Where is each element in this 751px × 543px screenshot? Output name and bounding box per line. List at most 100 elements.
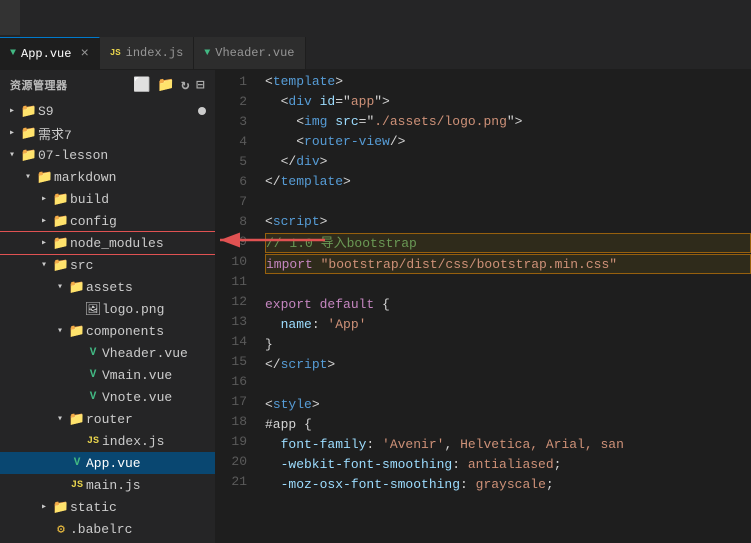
tree-item-build[interactable]: ▸ 📁 build <box>0 188 215 210</box>
token: 'Avenir' <box>382 437 444 452</box>
token: : <box>452 457 468 472</box>
token: </ <box>265 174 281 189</box>
config-icon: ⚙ <box>52 522 70 537</box>
code-content[interactable]: <template> <div id="app"> <img src="./as… <box>255 70 751 543</box>
expand-arrow[interactable]: ▸ <box>36 215 52 227</box>
new-file-icon[interactable]: ⬜ <box>133 77 151 94</box>
code-line-17: <style> <box>265 395 751 415</box>
tree-item-vmain-vue[interactable]: V Vmain.vue <box>0 364 215 386</box>
line-number-3: 3 <box>215 112 247 132</box>
collapse-icon[interactable]: ⊟ <box>196 77 205 94</box>
token: script <box>281 357 328 372</box>
token: < <box>265 94 288 109</box>
expand-arrow[interactable]: ▾ <box>52 325 68 337</box>
tree-item-label: markdown <box>54 170 210 185</box>
tree-item-label: node_modules <box>70 236 210 251</box>
tab-index-js[interactable]: JS index.js <box>100 37 194 69</box>
sidebar-header-actions[interactable]: ⬜ 📁 ↻ ⊟ <box>133 77 205 94</box>
tree-item-s9[interactable]: ▸ 📁 S9 <box>0 100 215 122</box>
tree-item-label: build <box>70 192 210 207</box>
token: style <box>273 397 312 412</box>
refresh-icon[interactable]: ↻ <box>181 77 190 94</box>
token: </ <box>265 357 281 372</box>
tree-item-index-js[interactable]: JS index.js <box>0 430 215 452</box>
expand-arrow[interactable]: ▾ <box>52 413 68 425</box>
line-number-20: 20 <box>215 452 247 472</box>
token: </ <box>265 154 296 169</box>
expand-arrow[interactable]: ▾ <box>20 171 36 183</box>
code-line-12: export default { <box>265 295 751 315</box>
token: > <box>327 357 335 372</box>
token: id <box>320 94 336 109</box>
folder-icon: 📁 <box>36 170 54 185</box>
tree-item-lesson07[interactable]: ▾ 📁 07-lesson <box>0 144 215 166</box>
tree-item-src[interactable]: ▾ 📁 src <box>0 254 215 276</box>
code-line-7 <box>265 192 751 212</box>
token: import <box>266 257 321 272</box>
token: router-view <box>304 134 390 149</box>
expand-arrow[interactable]: ▸ <box>36 237 52 249</box>
expand-arrow[interactable]: ▾ <box>36 259 52 271</box>
expand-arrow[interactable]: ▾ <box>4 149 20 161</box>
tree-item-markdown[interactable]: ▾ 📁 markdown <box>0 166 215 188</box>
tree-item-label: src <box>70 258 210 273</box>
tab-vheader-vue[interactable]: ▼ Vheader.vue <box>194 37 305 69</box>
tree-item-label: S9 <box>38 104 198 119</box>
token: grayscale <box>476 477 546 492</box>
top-bar <box>0 0 751 35</box>
tree-item-main-js[interactable]: JS main.js <box>0 474 215 496</box>
tree-item-babelrc[interactable]: ⚙ .babelrc <box>0 518 215 540</box>
folder-icon: 📁 <box>20 148 38 163</box>
token: : <box>460 477 476 492</box>
token: #app { <box>265 417 312 432</box>
code-line-18: #app { <box>265 415 751 435</box>
modified-dot <box>198 107 206 115</box>
tree-item-xu-qiu7[interactable]: ▸ 📁 需求7 <box>0 122 215 144</box>
folder-icon: 📁 <box>52 500 70 515</box>
token: < <box>265 114 304 129</box>
code-line-13: name: 'App' <box>265 315 751 335</box>
expand-arrow[interactable]: ▸ <box>36 193 52 205</box>
token: img <box>304 114 327 129</box>
tree-item-static[interactable]: ▸ 📁 static <box>0 496 215 518</box>
tree-item-node_modules[interactable]: ▸ 📁 node_modules <box>0 232 215 254</box>
token: =" <box>359 114 375 129</box>
code-line-11 <box>265 275 751 295</box>
folder-icon: 📁 <box>68 324 86 339</box>
folder-icon: 📁 <box>20 104 38 119</box>
line-number-7: 7 <box>215 192 247 212</box>
new-folder-icon[interactable]: 📁 <box>157 77 175 94</box>
expand-arrow[interactable]: ▸ <box>4 127 20 139</box>
expand-arrow[interactable]: ▾ <box>52 281 68 293</box>
tree-item-app-vue[interactable]: V App.vue <box>0 452 215 474</box>
folder-icon: 📁 <box>52 192 70 207</box>
line-number-15: 15 <box>215 352 247 372</box>
tree-item-assets[interactable]: ▾ 📁 assets <box>0 276 215 298</box>
code-line-10: import "bootstrap/dist/css/bootstrap.min… <box>265 254 751 274</box>
tree-item-label: Vnote.vue <box>102 390 210 405</box>
line-number-5: 5 <box>215 152 247 172</box>
tree-item-vnote-vue[interactable]: V Vnote.vue <box>0 386 215 408</box>
tree-item-router[interactable]: ▾ 📁 router <box>0 408 215 430</box>
tree-item-label: Vheader.vue <box>102 346 210 361</box>
token: =" <box>335 94 351 109</box>
tree-item-vheader-vue[interactable]: V Vheader.vue <box>0 342 215 364</box>
tab-app-vue[interactable]: ▼ App.vue × <box>0 37 100 69</box>
sidebar: 资源管理器 ⬜ 📁 ↻ ⊟ ▸ 📁 S9 ▸ 📁 需求7 ▾ 📁 07-less… <box>0 70 215 543</box>
token: antialiased <box>468 457 554 472</box>
vue-icon: V <box>84 369 102 381</box>
expand-arrow[interactable]: ▸ <box>4 105 20 117</box>
token: export <box>265 297 320 312</box>
tree-item-logo-png[interactable]: 🖼 logo.png <box>0 298 215 320</box>
token: ./assets/logo.png <box>374 114 507 129</box>
js-icon: JS <box>84 436 102 447</box>
tree-item-config[interactable]: ▸ 📁 config <box>0 210 215 232</box>
token: // 1.0 导入bootstrap <box>266 236 417 251</box>
code-line-4: <router-view/> <box>265 132 751 152</box>
tree-item-label: Vmain.vue <box>102 368 210 383</box>
expand-arrow[interactable]: ▸ <box>36 501 52 513</box>
tree-item-components[interactable]: ▾ 📁 components <box>0 320 215 342</box>
folder-icon: 📁 <box>68 280 86 295</box>
tab-close[interactable]: × <box>80 46 88 62</box>
folder-icon: 📁 <box>68 412 86 427</box>
